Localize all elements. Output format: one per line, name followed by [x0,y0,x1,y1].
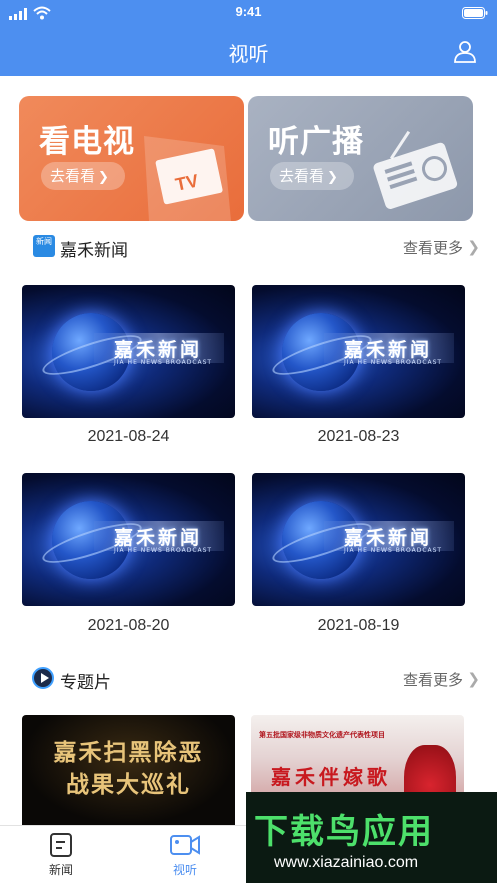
banner-title: 听广播 [268,124,364,160]
view-more-link[interactable]: 查看更多 [403,669,463,690]
news-section-header: 新闻 嘉禾新闻 查看更多 ❯ [0,232,497,262]
thumbnail-title-line2: 战果大巡礼 [66,772,191,798]
watermark-brand: 下载鸟应用 [254,812,434,852]
thumbnail-subtitle: JIA HE NEWS BROADCAST [114,359,213,366]
page-title: 视听 [228,42,269,66]
tab-audiovisual[interactable]: 视听 [155,832,215,878]
thumbnail-caption: 第五批国家级非物质文化遗产代表性项目 [259,731,385,739]
button-label: 去看看 [279,167,325,185]
section-title: 专题片 [60,673,111,693]
special-section-header: 专题片 查看更多 ❯ [0,664,497,694]
news-date: 2021-08-23 [317,428,400,445]
view-more-link[interactable]: 查看更多 [403,237,463,258]
thumbnail-subtitle: JIA HE NEWS BROADCAST [114,547,213,554]
button-label: 去看看 [50,167,96,185]
thumbnail-title: 嘉禾伴嫁歌 [271,765,391,789]
news-date: 2021-08-20 [87,617,170,634]
thumbnail-title: 嘉禾新闻 [114,527,203,549]
section-title: 嘉禾新闻 [60,241,128,261]
special-video-thumbnail[interactable]: 嘉禾扫黑除恶 战果大巡礼 [22,715,235,825]
watch-tv-banner[interactable]: TV 看电视 去看看 ❯ [19,96,244,221]
battery-icon [462,7,488,19]
chevron-right-icon[interactable]: ❯ [467,238,480,256]
user-icon[interactable] [453,39,477,63]
thumbnail-subtitle: JIA HE NEWS BROADCAST [344,547,443,554]
news-icon [50,833,72,857]
play-icon [32,667,54,689]
news-video-thumbnail[interactable]: 嘉禾新闻 JIA HE NEWS BROADCAST [22,285,235,418]
banner-title: 看电视 [39,124,135,160]
go-watch-button[interactable]: 去看看 ❯ [41,162,125,190]
chevron-right-icon[interactable]: ❯ [467,670,480,688]
listen-radio-banner[interactable]: 听广播 去看看 ❯ [248,96,473,221]
thumbnail-title: 嘉禾新闻 [344,527,433,549]
video-icon [170,835,200,855]
status-time: 9:41 [235,4,262,19]
watermark-url: www.xiazainiao.com [274,854,419,871]
go-listen-button[interactable]: 去看看 ❯ [270,162,354,190]
watermark: 下载鸟应用 www.xiazainiao.com [246,792,497,883]
news-date: 2021-08-24 [87,428,170,445]
thumbnail-subtitle: JIA HE NEWS BROADCAST [344,359,443,366]
news-date: 2021-08-19 [317,617,400,634]
status-bar: 9:41 [0,4,497,22]
thumbnail-title: 嘉禾新闻 [344,339,433,361]
news-video-thumbnail[interactable]: 嘉禾新闻 JIA HE NEWS BROADCAST [252,473,465,606]
news-video-thumbnail[interactable]: 嘉禾新闻 JIA HE NEWS BROADCAST [252,285,465,418]
thumbnail-title-line1: 嘉禾扫黑除恶 [53,740,204,766]
top-bar: 9:41 视听 [0,0,497,76]
tab-label: 新闻 [48,863,73,877]
tab-label: 视听 [172,863,197,877]
thumbnail-title: 嘉禾新闻 [114,339,203,361]
tab-news[interactable]: 新闻 [31,832,91,878]
chevron-right-icon: ❯ [327,170,338,185]
chevron-right-icon: ❯ [98,170,109,185]
news-section-icon: 新闻 [33,235,55,257]
news-video-thumbnail[interactable]: 嘉禾新闻 JIA HE NEWS BROADCAST [22,473,235,606]
